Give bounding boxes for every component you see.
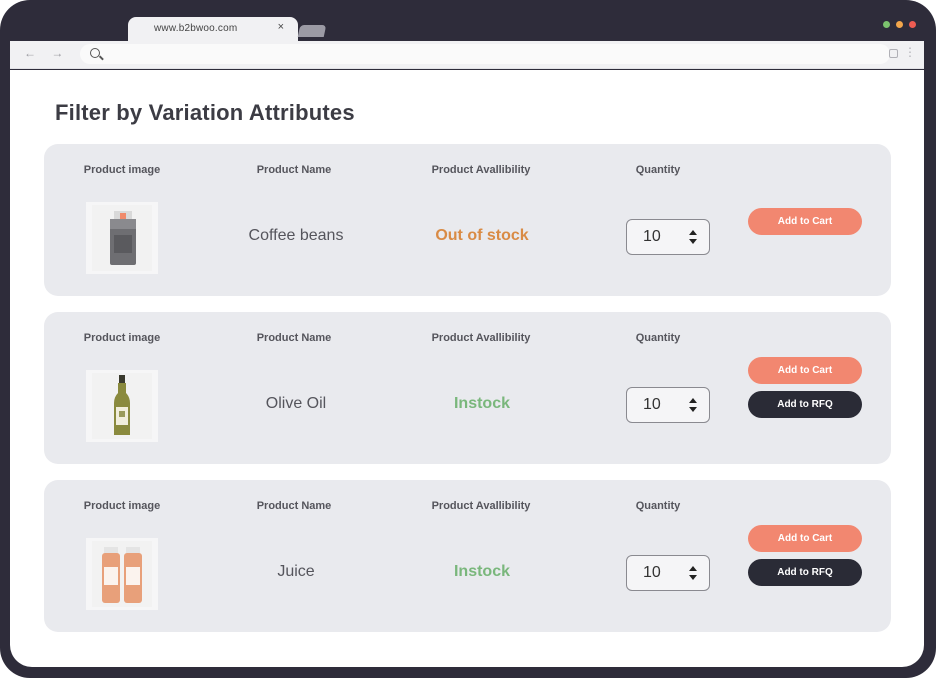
- stepper-down-icon[interactable]: [689, 407, 697, 412]
- add-to-cart-button[interactable]: Add to Cart: [748, 357, 862, 384]
- product-row: Product image Product Name Product Avall…: [44, 144, 891, 296]
- stepper-up-icon[interactable]: [689, 230, 697, 235]
- more-menu-icon[interactable]: ⋮: [904, 46, 916, 58]
- quantity-value[interactable]: 10: [643, 396, 661, 414]
- column-header-availability: Product Avallibility: [431, 164, 531, 176]
- quantity-value[interactable]: 10: [643, 228, 661, 246]
- window-controls: [883, 21, 916, 28]
- nav-arrows-icon[interactable]: ← →: [24, 46, 69, 60]
- product-row: Product image Product Name Product Avall…: [44, 312, 891, 464]
- column-header-name: Product Name: [256, 332, 332, 344]
- product-name: Coffee beans: [248, 227, 344, 244]
- column-header-image: Product image: [83, 500, 161, 512]
- stepper-down-icon[interactable]: [689, 575, 697, 580]
- olive-oil-bottle-icon: [92, 373, 152, 439]
- address-bar: ← → ⋮: [10, 41, 924, 69]
- stepper-arrows-icon[interactable]: [689, 396, 699, 414]
- availability-status: Instock: [453, 563, 510, 580]
- browser-titlebar: www.b2bwoo.com ×: [0, 0, 936, 41]
- product-image[interactable]: [86, 202, 158, 274]
- stepper-down-icon[interactable]: [689, 239, 697, 244]
- search-icon: [90, 48, 100, 58]
- column-header-availability: Product Avallibility: [431, 332, 531, 344]
- column-header-quantity: Quantity: [635, 164, 681, 176]
- window-dot-orange-icon[interactable]: [896, 21, 903, 28]
- stepper-arrows-icon[interactable]: [689, 564, 699, 582]
- add-to-cart-button[interactable]: Add to Cart: [748, 525, 862, 552]
- juice-bottles-icon: [92, 541, 152, 607]
- page-title: Filter by Variation Attributes: [55, 100, 355, 125]
- add-to-cart-button[interactable]: Add to Cart: [748, 208, 862, 235]
- column-header-image: Product image: [83, 332, 161, 344]
- add-to-rfq-button[interactable]: Add to RFQ: [748, 391, 862, 418]
- column-header-quantity: Quantity: [635, 500, 681, 512]
- product-image[interactable]: [86, 370, 158, 442]
- new-tab-button[interactable]: [297, 25, 327, 37]
- availability-status: Out of stock: [435, 227, 529, 244]
- column-header-quantity: Quantity: [635, 332, 681, 344]
- url-input[interactable]: [80, 44, 890, 64]
- product-row: Product image Product Name Product Avall…: [44, 480, 891, 632]
- column-header-image: Product image: [83, 164, 161, 176]
- page-content: Filter by Variation Attributes Product i…: [10, 70, 924, 667]
- product-name: Juice: [277, 563, 315, 580]
- product-image[interactable]: [86, 538, 158, 610]
- quantity-stepper[interactable]: 10: [626, 555, 710, 591]
- add-to-rfq-button[interactable]: Add to RFQ: [748, 559, 862, 586]
- product-name: Olive Oil: [265, 395, 327, 412]
- window-dot-green-icon[interactable]: [883, 21, 890, 28]
- extension-icon[interactable]: [889, 49, 898, 58]
- stepper-arrows-icon[interactable]: [689, 228, 699, 246]
- column-header-name: Product Name: [256, 164, 332, 176]
- window-dot-red-icon[interactable]: [909, 21, 916, 28]
- column-header-availability: Product Avallibility: [431, 500, 531, 512]
- quantity-stepper[interactable]: 10: [626, 387, 710, 423]
- browser-window: www.b2bwoo.com × ← → ⋮ Filter by Variati…: [0, 0, 936, 678]
- tab-url-label: www.b2bwoo.com: [154, 23, 238, 34]
- browser-tab[interactable]: www.b2bwoo.com ×: [128, 17, 298, 41]
- stepper-up-icon[interactable]: [689, 398, 697, 403]
- quantity-stepper[interactable]: 10: [626, 219, 710, 255]
- column-header-name: Product Name: [256, 500, 332, 512]
- coffee-bag-icon: [92, 205, 152, 271]
- stepper-up-icon[interactable]: [689, 566, 697, 571]
- quantity-value[interactable]: 10: [643, 564, 661, 582]
- availability-status: Instock: [453, 395, 510, 412]
- tab-close-icon[interactable]: ×: [278, 21, 284, 33]
